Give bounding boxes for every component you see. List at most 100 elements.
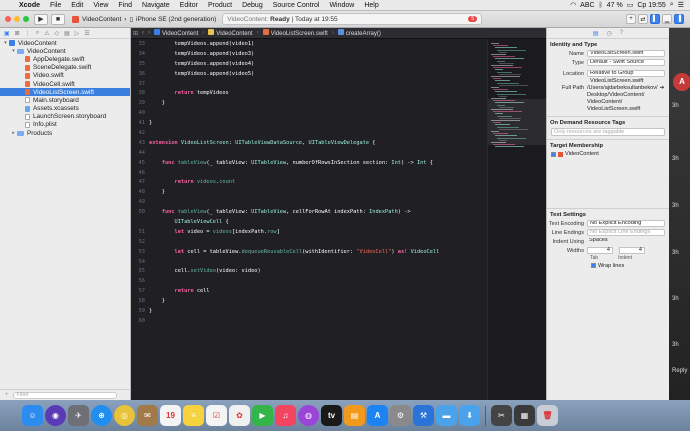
line-number[interactable]: 56 [131,278,149,284]
line-number[interactable]: 47 [131,179,149,185]
code-line[interactable]: 50 func tableView (_ tableView: UITableVi… [131,207,486,217]
disclosure-triangle-icon[interactable]: ▾ [10,48,17,54]
line-number[interactable]: 40 [131,110,149,116]
system-preferences-icon[interactable]: ⚙ [390,405,411,426]
find-navigator-icon[interactable]: ⌕ [36,30,39,37]
screenshot-icon[interactable]: ✂ [491,405,512,426]
code-line[interactable]: 47 return videos. count [131,177,486,187]
notes-box-icon[interactable]: ✉ [137,405,158,426]
line-number[interactable]: 42 [131,130,149,136]
wrap-lines-checkbox[interactable] [591,263,596,268]
books-icon[interactable]: ▤ [344,405,365,426]
code-line[interactable]: 40 [131,108,486,118]
add-file-icon[interactable]: + [5,392,9,398]
line-number[interactable]: 33 [131,41,149,47]
facetime-icon[interactable]: ▶ [252,405,273,426]
code-line[interactable]: 55 cell. setVideo (video: video) [131,266,486,276]
line-number[interactable]: 35 [131,61,149,67]
code-line[interactable]: 37 [131,79,486,89]
calendar-icon[interactable]: 19 [160,405,181,426]
clock[interactable]: Ср 19:55 [637,2,665,9]
tree-item[interactable]: ▾ VideoContent [0,47,130,55]
encoding-select[interactable]: No Explicit Encoding [587,220,665,227]
code-review-icon[interactable]: ⇄ [638,14,648,24]
menu-help[interactable]: Help [359,2,383,9]
error-badge[interactable]: 5 [468,16,478,22]
tree-item[interactable]: VideoCell.swift [0,80,130,88]
related-items-icon[interactable]: ⊞ [133,30,138,37]
line-number[interactable]: 60 [131,318,149,324]
type-select[interactable]: Default - Swift Source [587,59,665,66]
name-field[interactable]: VideoListScreen.swift [587,50,665,57]
disclosure-triangle-icon[interactable]: ▸ [10,130,17,136]
menu-window[interactable]: Window [324,2,359,9]
notes-icon[interactable]: ≡ [183,405,204,426]
podcasts-icon[interactable]: ◍ [298,405,319,426]
filter-input[interactable]: Filter [12,391,117,399]
line-number[interactable]: 45 [131,160,149,166]
photos-icon[interactable]: ✿ [229,405,250,426]
code-line[interactable]: 53 let cell = tableView. dequeueReusableC… [131,247,486,257]
tree-item[interactable]: Info.plist [0,121,130,129]
tree-item[interactable]: VideoListScreen.swift [0,88,130,97]
code-area[interactable]: 33 tempVideos.append(video1) 34 tempVideo… [131,39,486,400]
music-icon[interactable]: ♫ [275,405,296,426]
code-line[interactable]: 35 tempVideos.append(video4) [131,59,486,69]
code-line[interactable]: 49 [131,197,486,207]
library-icon[interactable]: + [626,14,636,24]
line-number[interactable]: 54 [131,259,149,265]
code-line[interactable]: 44 [131,148,486,158]
run-button[interactable]: ▶ [34,13,48,25]
line-number[interactable]: 41 [131,120,149,126]
jump-crumb-file[interactable]: VideoListScreen.swift [262,29,328,37]
bluetooth-icon[interactable]: ᛒ [599,2,603,9]
code-line[interactable]: 48 } [131,187,486,197]
indent-width-stepper[interactable]: 4 [619,247,645,254]
trash-icon[interactable]: 🗑 [537,405,558,426]
code-line[interactable]: 59} [131,306,486,316]
target-membership-checkbox[interactable] [551,151,556,157]
minimize-window-button[interactable] [14,16,20,22]
app-store-icon[interactable]: A [367,405,388,426]
jump-crumb-symbol[interactable]: createArray() [337,29,381,37]
line-number[interactable]: 49 [131,199,149,205]
battery-percent[interactable]: 47 % [607,2,623,9]
finder-icon[interactable]: ☺ [22,405,43,426]
minimap-viewport[interactable] [488,99,547,145]
inspector-toggle-icon[interactable]: ▐ [674,14,684,24]
reveal-in-finder-icon[interactable]: ➔ [660,85,665,113]
siri-icon[interactable]: ◉ [45,405,66,426]
downloads-icon[interactable]: ⬇ [459,405,480,426]
code-line[interactable]: 34 tempVideos.append(video3) [131,49,486,59]
line-number[interactable]: 46 [131,170,149,176]
code-line[interactable]: 57 return cell [131,286,486,296]
history-inspector-icon[interactable]: ◷ [607,30,612,37]
line-number[interactable]: 44 [131,150,149,156]
tv-icon[interactable]: tv [321,405,342,426]
quick-help-icon[interactable]: ? [620,30,623,36]
report-navigator-icon[interactable]: ☰ [84,30,89,37]
menu-product[interactable]: Product [203,2,237,9]
tree-item[interactable]: ▾ VideoContent [0,39,130,47]
folder-icon[interactable]: ▬ [436,405,457,426]
close-window-button[interactable] [5,16,11,22]
code-line[interactable]: 42 [131,128,486,138]
line-number[interactable]: 51 [131,229,149,235]
file-inspector-icon[interactable]: ▤ [593,30,599,37]
line-number[interactable]: 48 [131,189,149,195]
tree-item[interactable]: Video.swift [0,72,130,80]
keyboard-layout[interactable]: ABC [580,2,594,9]
indent-using-select[interactable]: Spaces [587,238,665,245]
code-line[interactable]: 38 return tempVideos [131,88,486,98]
line-number[interactable]: 36 [131,71,149,77]
code-line[interactable]: 58 } [131,296,486,306]
code-line[interactable]: 43 extension VideoListScreen: UITableView… [131,138,486,148]
jump-crumb-project[interactable]: VideoContent [154,29,198,37]
line-number[interactable]: 39 [131,100,149,106]
search-icon[interactable]: ⌕ [670,1,674,9]
code-line[interactable]: 39 } [131,98,486,108]
code-line[interactable]: 60 [131,316,486,326]
wifi-icon[interactable]: ◠ [570,1,576,9]
safari-icon[interactable]: ⊕ [91,405,112,426]
reminders-icon[interactable]: ☑ [206,405,227,426]
